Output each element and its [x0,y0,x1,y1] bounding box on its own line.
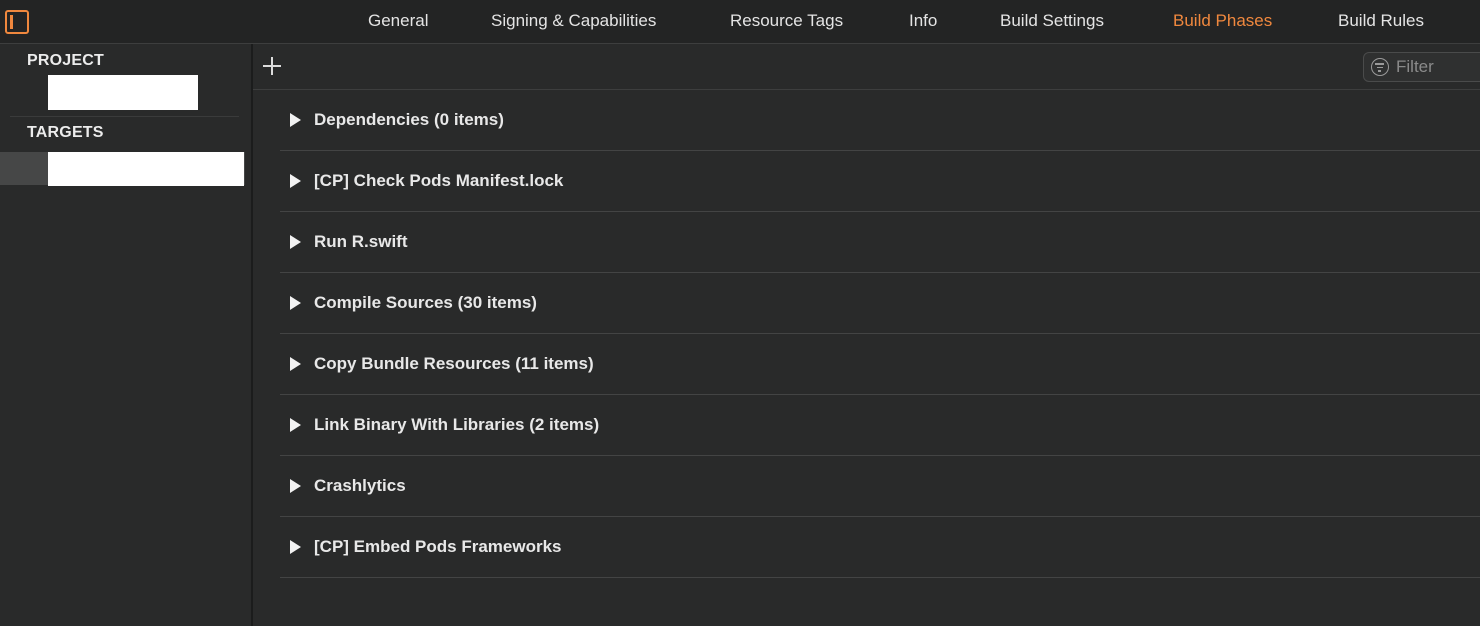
phase-row-copy-bundle-resources[interactable]: Copy Bundle Resources (11 items) [280,334,1480,395]
tab-signing-capabilities[interactable]: Signing & Capabilities [491,0,656,43]
phase-row-link-binary[interactable]: Link Binary With Libraries (2 items) [280,395,1480,456]
disclosure-triangle-icon[interactable] [290,418,301,432]
phase-label: Copy Bundle Resources (11 items) [314,354,594,373]
xcode-editor-window: General Signing & Capabilities Resource … [0,0,1480,626]
build-phases-pane: Dependencies (0 items) [CP] Check Pods M… [253,44,1480,626]
tab-build-settings[interactable]: Build Settings [1000,0,1104,43]
filter-icon [1371,58,1389,76]
tab-resource-tags[interactable]: Resource Tags [730,0,843,43]
phase-label: Dependencies (0 items) [314,110,504,129]
tab-build-rules[interactable]: Build Rules [1338,0,1424,43]
disclosure-triangle-icon[interactable] [290,296,301,310]
phase-row-embed-pods-frameworks[interactable]: [CP] Embed Pods Frameworks [280,517,1480,578]
phase-row-dependencies[interactable]: Dependencies (0 items) [280,90,1480,151]
disclosure-triangle-icon[interactable] [290,174,301,188]
sidebar-divider [10,116,239,117]
tab-general[interactable]: General [368,0,428,43]
project-section-header: PROJECT [27,52,104,69]
tab-info[interactable]: Info [909,0,937,43]
sidebar-toggle-icon[interactable] [5,10,29,34]
phase-row-check-pods-manifest[interactable]: [CP] Check Pods Manifest.lock [280,151,1480,212]
disclosure-triangle-icon[interactable] [290,540,301,554]
phase-label: Link Binary With Libraries (2 items) [314,415,600,434]
target-item-redacted[interactable] [48,152,244,186]
disclosure-triangle-icon[interactable] [290,235,301,249]
phase-label: Compile Sources (30 items) [314,293,537,312]
phase-label: Crashlytics [314,476,406,495]
targets-section-header: TARGETS [27,124,104,141]
disclosure-triangle-icon[interactable] [290,357,301,371]
phase-row-run-rswift[interactable]: Run R.swift [280,212,1480,273]
add-build-phase-button[interactable] [263,57,281,75]
phase-label: [CP] Embed Pods Frameworks [314,537,562,556]
tab-build-phases[interactable]: Build Phases [1173,0,1272,43]
phase-row-crashlytics[interactable]: Crashlytics [280,456,1480,517]
phase-label: [CP] Check Pods Manifest.lock [314,171,564,190]
filter-field[interactable] [1363,52,1480,82]
disclosure-triangle-icon[interactable] [290,479,301,493]
editor-tab-bar: General Signing & Capabilities Resource … [0,0,1480,44]
build-phase-list: Dependencies (0 items) [CP] Check Pods M… [280,90,1480,578]
disclosure-triangle-icon[interactable] [290,113,301,127]
phase-row-compile-sources[interactable]: Compile Sources (30 items) [280,273,1480,334]
filter-input[interactable] [1396,55,1480,79]
project-item-redacted[interactable] [48,75,198,110]
phase-label: Run R.swift [314,232,408,251]
project-targets-sidebar: PROJECT TARGETS [0,44,253,626]
